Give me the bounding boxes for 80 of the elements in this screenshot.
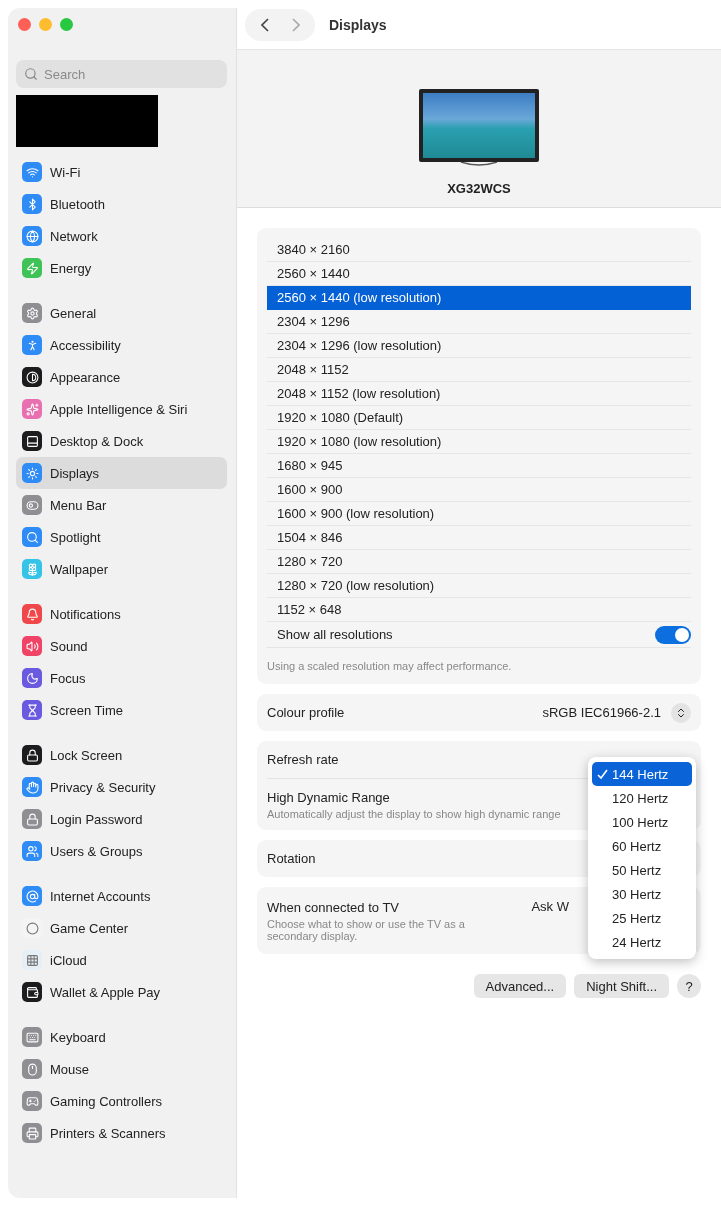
sidebar-item[interactable]: Apple Intelligence & Siri: [16, 393, 227, 425]
sidebar-item[interactable]: Login Password: [16, 803, 227, 835]
help-button[interactable]: ?: [677, 974, 701, 998]
resolution-option[interactable]: 1920 × 1080 (low resolution): [267, 430, 691, 454]
sidebar-item[interactable]: Displays: [16, 457, 227, 489]
resolution-option[interactable]: 1280 × 720: [267, 550, 691, 574]
search-field[interactable]: Search: [16, 60, 227, 88]
footnote: Using a scaled resolution may affect performance.: [267, 660, 512, 672]
sidebar-item[interactable]: Wallpaper: [16, 553, 227, 585]
menu-item[interactable]: 50 Hertz: [592, 858, 692, 882]
row-label: Show all resolutions: [277, 627, 393, 642]
resolution-option[interactable]: 2304 × 1296 (low resolution): [267, 334, 691, 358]
stepper-icon[interactable]: [671, 702, 691, 723]
popup-value[interactable]: Ask W: [531, 899, 569, 914]
sidebar-item[interactable]: Appearance: [16, 361, 227, 393]
chevron-right-icon: [291, 17, 300, 32]
resolution-option[interactable]: 2560 × 1440 (low resolution): [267, 286, 691, 310]
popup-value[interactable]: sRGB IEC61966-2.1: [542, 705, 661, 720]
close-button[interactable]: [18, 18, 31, 31]
row-description: Automatically adjust the display to show high dynamic range: [267, 807, 561, 820]
sidebar-item[interactable]: iCloud: [16, 944, 227, 976]
sidebar-item[interactable]: Desktop & Dock: [16, 425, 227, 457]
sidebar-item[interactable]: Wi-Fi: [16, 156, 227, 188]
row-label: Refresh rate: [267, 752, 339, 767]
sidebar-item[interactable]: Printers & Scanners: [16, 1117, 227, 1149]
sidebar-item[interactable]: Notifications: [16, 598, 227, 630]
resolution-option[interactable]: 2048 × 1152 (low resolution): [267, 382, 691, 406]
toggle-switch[interactable]: [655, 625, 691, 644]
sidebar-item[interactable]: Wallet & Apple Pay: [16, 976, 227, 1008]
menu-item[interactable]: 60 Hertz: [592, 834, 692, 858]
menu-item[interactable]: 144 Hertz: [592, 762, 692, 786]
menu-item[interactable]: 25 Hertz: [592, 906, 692, 930]
display-name: XG32WCS: [447, 181, 511, 196]
row-label: Colour profile: [267, 705, 345, 720]
sidebar-item[interactable]: Game Center: [16, 912, 227, 944]
sidebar-item[interactable]: Bluetooth: [16, 188, 227, 220]
action-button[interactable]: Advanced...: [473, 974, 567, 998]
resolution-option[interactable]: 1280 × 720 (low resolution): [267, 574, 691, 598]
sidebar-item[interactable]: Menu Bar: [16, 489, 227, 521]
resolution-option[interactable]: 1600 × 900 (low resolution): [267, 502, 691, 526]
sidebar-item[interactable]: Lock Screen: [16, 739, 227, 771]
resolution-option[interactable]: 1504 × 846: [267, 526, 691, 550]
sidebar-item[interactable]: Sound: [16, 630, 227, 662]
resolution-option[interactable]: 1920 × 1080 (Default): [267, 406, 691, 430]
sidebar-item[interactable]: Privacy & Security: [16, 771, 227, 803]
zoom-button[interactable]: [60, 18, 73, 31]
window-title: Displays: [329, 16, 387, 33]
monitor-stand-icon: [459, 162, 499, 167]
chevron-left-icon: [260, 17, 269, 32]
sidebar-item[interactable]: General: [16, 297, 227, 329]
checkmark-icon: [597, 768, 608, 780]
row-label: Rotation: [267, 851, 316, 866]
resolution-option[interactable]: 1600 × 900: [267, 478, 691, 502]
resolution-option[interactable]: 1152 × 648: [267, 598, 691, 622]
menu-item[interactable]: 24 Hertz: [592, 930, 692, 954]
row-description: Choose what to show or use the TV as a secondary display.: [267, 917, 466, 942]
row-label: High Dynamic Range: [267, 789, 391, 805]
search-icon: [24, 67, 38, 81]
resolution-option[interactable]: 2048 × 1152: [267, 358, 691, 382]
row-label: When connected to TV: [267, 899, 400, 915]
sidebar-item[interactable]: Accessibility: [16, 329, 227, 361]
sidebar-item[interactable]: Internet Accounts: [16, 880, 227, 912]
sidebar-item[interactable]: Spotlight: [16, 521, 227, 553]
resolution-option[interactable]: 3840 × 2160: [267, 238, 691, 262]
search-input[interactable]: Search: [44, 66, 194, 82]
sidebar-item[interactable]: Users & Groups: [16, 835, 227, 867]
menu-item[interactable]: 100 Hertz: [592, 810, 692, 834]
sidebar-item[interactable]: Network: [16, 220, 227, 252]
sidebar-item[interactable]: Focus: [16, 662, 227, 694]
resolution-option[interactable]: 2304 × 1296: [267, 310, 691, 334]
resolution-option[interactable]: 1680 × 945: [267, 454, 691, 478]
sidebar-item[interactable]: Mouse: [16, 1053, 227, 1085]
sidebar-item[interactable]: Energy: [16, 252, 227, 284]
sidebar-item[interactable]: Screen Time: [16, 694, 227, 726]
minimize-button[interactable]: [39, 18, 52, 31]
menu-item[interactable]: 120 Hertz: [592, 786, 692, 810]
sidebar-item[interactable]: Gaming Controllers: [16, 1085, 227, 1117]
sidebar-item[interactable]: Keyboard: [16, 1021, 227, 1053]
action-button[interactable]: Night Shift...: [574, 974, 669, 998]
menu-item[interactable]: 30 Hertz: [592, 882, 692, 906]
